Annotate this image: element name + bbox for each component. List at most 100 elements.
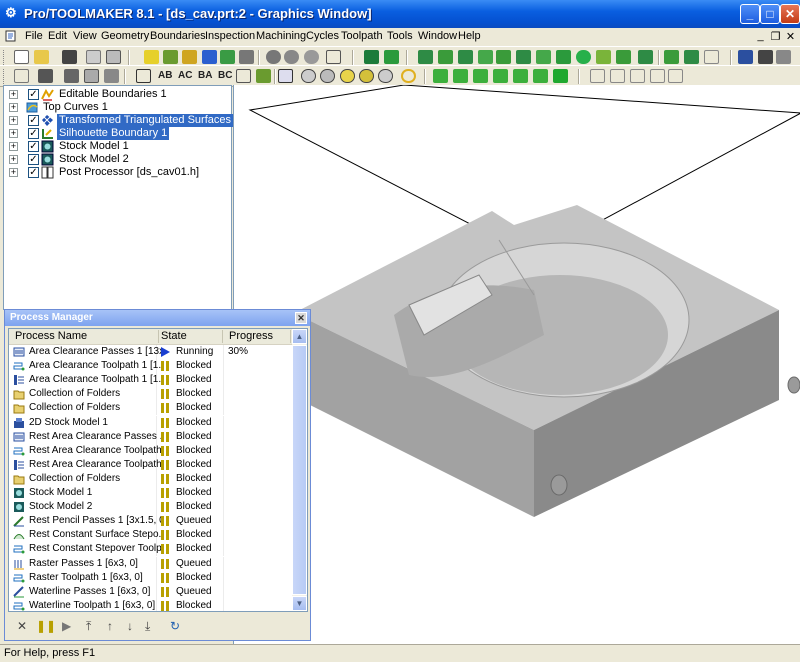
menu-help[interactable]: Help <box>458 30 481 42</box>
process-row[interactable]: Stock Model 1 Blocked <box>9 486 292 500</box>
tree-item-top-curves[interactable]: + Top Curves 1 <box>4 101 232 114</box>
cycle-e-icon[interactable] <box>496 50 511 64</box>
menu-edit[interactable]: Edit <box>48 30 67 42</box>
cube-a-icon[interactable] <box>433 69 448 83</box>
tools-a-icon[interactable] <box>738 50 753 64</box>
toolpath-a-icon[interactable] <box>664 50 679 64</box>
layers-icon[interactable] <box>64 69 79 83</box>
shade-c-icon[interactable] <box>340 69 355 83</box>
print-preview-icon[interactable] <box>86 50 101 64</box>
visibility-checkbox[interactable]: ✓ <box>28 89 39 100</box>
graph-d-icon[interactable] <box>650 69 665 83</box>
inspect-icon[interactable] <box>266 50 281 64</box>
surface-check-icon[interactable] <box>304 50 319 64</box>
tool-icon[interactable] <box>182 50 197 64</box>
camera-icon[interactable] <box>38 69 53 83</box>
shade-e-icon[interactable] <box>378 69 393 83</box>
tools-b-icon[interactable] <box>758 50 773 64</box>
save-icon[interactable] <box>62 50 77 64</box>
probe-icon[interactable] <box>284 50 299 64</box>
cycle-h-icon[interactable] <box>556 50 571 64</box>
cube-d-icon[interactable] <box>493 69 508 83</box>
process-row[interactable]: Waterline Toolpath 1 [6x3, 0] Blocked <box>9 598 292 611</box>
cycle-a-icon[interactable] <box>418 50 433 64</box>
expand-icon[interactable]: + <box>9 142 18 151</box>
vertical-scrollbar[interactable]: ▲ ▼ <box>292 329 307 611</box>
toolpath-b-icon[interactable] <box>684 50 699 64</box>
calculator-icon[interactable] <box>104 69 119 83</box>
minimize-button[interactable]: _ <box>740 4 760 24</box>
menu-toolpath[interactable]: Toolpath <box>341 30 383 42</box>
graphics-viewport[interactable] <box>233 85 800 644</box>
boundary-tool-icon[interactable] <box>144 50 159 64</box>
menu-geometry[interactable]: Geometry <box>101 30 149 42</box>
process-row[interactable]: Stock Model 2 Blocked <box>9 500 292 515</box>
expand-icon[interactable]: + <box>9 129 18 138</box>
visibility-checkbox[interactable]: ✓ <box>28 154 39 165</box>
tree-item-silhouette-boundary[interactable]: + ✓ Silhouette Boundary 1 <box>4 127 232 140</box>
shade-b-icon[interactable] <box>320 69 335 83</box>
cycle-l-icon[interactable] <box>638 50 653 64</box>
visibility-checkbox[interactable]: ✓ <box>28 167 39 178</box>
process-row[interactable]: Raster Passes 1 [6x3, 0] Queued <box>9 556 292 571</box>
move-bottom-icon[interactable]: ⤓ <box>145 619 150 634</box>
expand-icon[interactable]: + <box>9 155 18 164</box>
process-row[interactable]: 2D Stock Model 1 Blocked <box>9 415 292 430</box>
tree-item-stock-model-2[interactable]: + ✓ Stock Model 2 <box>4 153 232 166</box>
expand-icon[interactable]: + <box>9 116 18 125</box>
maximize-button[interactable]: □ <box>760 4 780 24</box>
process-row[interactable]: Rest Constant Surface Stepo... Blocked <box>9 528 292 543</box>
curve-tool-icon[interactable] <box>163 50 178 64</box>
cancel-icon[interactable]: ✕ <box>17 619 27 633</box>
machining-icon[interactable] <box>364 50 379 64</box>
select-icon[interactable] <box>256 69 271 83</box>
pause-icon[interactable]: ❚❚ <box>36 619 56 633</box>
expand-icon[interactable]: + <box>9 168 18 177</box>
scroll-up-button[interactable]: ▲ <box>292 329 307 344</box>
close-button[interactable]: ✕ <box>780 4 800 24</box>
process-row[interactable]: Collection of Folders Blocked <box>9 401 292 416</box>
process-row[interactable]: Area Clearance Toolpath 1 [1... Blocked <box>9 373 292 388</box>
scroll-down-button[interactable]: ▼ <box>292 596 307 611</box>
cycle-j-icon[interactable] <box>596 50 611 64</box>
stock-tool-icon[interactable] <box>239 50 254 64</box>
expand-icon[interactable]: + <box>9 90 18 99</box>
cube-g-icon[interactable] <box>553 69 568 83</box>
sketch-icon[interactable] <box>326 50 341 64</box>
tree-item-post-processor[interactable]: + ✓ Post Processor [ds_cav01.h] <box>4 166 232 179</box>
cube-b-icon[interactable] <box>453 69 468 83</box>
process-row[interactable]: Rest Area Clearance Passes ... Blocked <box>9 429 292 444</box>
view-bc-button[interactable]: BC <box>218 70 232 81</box>
process-row[interactable]: Raster Toolpath 1 [6x3, 0] Blocked <box>9 570 292 585</box>
display-icon[interactable] <box>278 69 293 83</box>
print-icon[interactable] <box>106 50 121 64</box>
axis-icon[interactable] <box>136 69 151 83</box>
tools-c-icon[interactable] <box>776 50 791 64</box>
move-down-icon[interactable]: ↓ <box>127 619 133 633</box>
toolpath-c-icon[interactable] <box>704 50 719 64</box>
cycle-g-icon[interactable] <box>536 50 551 64</box>
cube-e-icon[interactable] <box>513 69 528 83</box>
run-icon[interactable]: ▶ <box>62 619 71 633</box>
process-row[interactable]: Area Clearance Toolpath 1 [1... Blocked <box>9 359 292 374</box>
view-ac-button[interactable]: AC <box>178 70 192 81</box>
transfer-icon[interactable] <box>14 69 29 83</box>
close-icon[interactable]: ✕ <box>295 312 307 324</box>
cut-icon[interactable] <box>384 50 399 64</box>
scroll-thumb[interactable] <box>292 345 307 595</box>
cycle-b-icon[interactable] <box>438 50 453 64</box>
feature-icon[interactable] <box>202 50 217 64</box>
process-row[interactable]: Collection of Folders Blocked <box>9 387 292 402</box>
tree-item-stock-model-1[interactable]: + ✓ Stock Model 1 <box>4 140 232 153</box>
mdi-close-button[interactable]: ✕ <box>784 30 797 43</box>
process-row[interactable]: Rest Area Clearance Toolpath... Blocked <box>9 457 292 472</box>
cycle-c-icon[interactable] <box>458 50 473 64</box>
refresh-icon[interactable]: ↻ <box>170 619 180 633</box>
process-row[interactable]: Rest Area Clearance Toolpath... Blocked <box>9 443 292 458</box>
shade-d-icon[interactable] <box>359 69 374 83</box>
visibility-checkbox[interactable]: ✓ <box>28 128 39 139</box>
process-row[interactable]: Waterline Passes 1 [6x3, 0] Queued <box>9 584 292 599</box>
tree-item-transformed-surfaces[interactable]: + ✓ Transformed Triangulated Surfaces 1 <box>4 114 243 127</box>
process-row[interactable]: Area Clearance Passes 1 [13x... Running 30… <box>9 345 292 359</box>
cube-f-icon[interactable] <box>533 69 548 83</box>
